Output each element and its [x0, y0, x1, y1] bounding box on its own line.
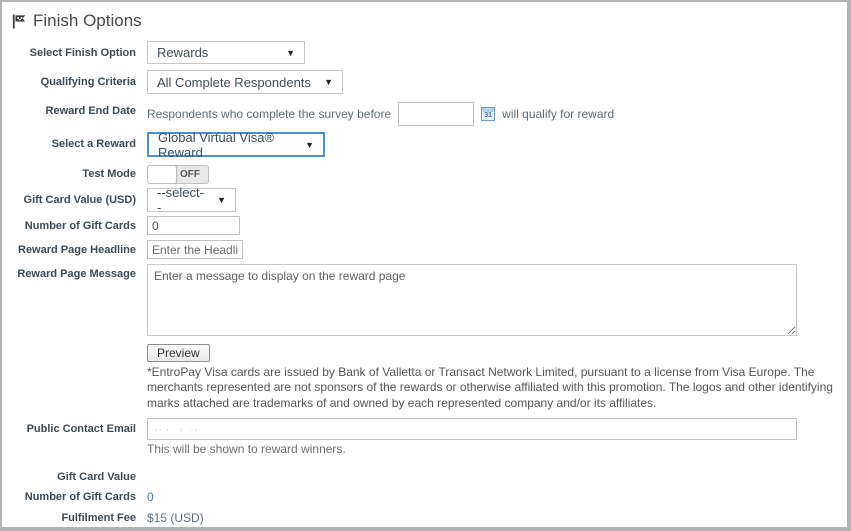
toggle-knob-icon [147, 165, 177, 184]
select-a-reward-label: Select a Reward [10, 132, 147, 157]
reward-page-headline-input[interactable] [147, 240, 243, 259]
select-finish-option-dropdown[interactable]: Rewards ▼ [147, 41, 305, 64]
summary-number-of-gift-cards-label: Number of Gift Cards [10, 488, 147, 504]
row-test-mode: Test Mode OFF [10, 163, 847, 184]
row-reward-page-message: Reward Page Message [10, 264, 847, 341]
gift-card-value-selected: --select-- [157, 185, 207, 215]
reward-end-date-label: Reward End Date [10, 100, 147, 126]
reward-page-message-textarea[interactable] [147, 264, 797, 336]
page-title: Finish Options [33, 11, 142, 31]
summary-gift-card-value-label: Gift Card Value [10, 468, 147, 483]
chevron-down-icon: ▼ [324, 77, 333, 87]
number-of-gift-cards-label: Number of Gift Cards [10, 216, 147, 235]
summary-fulfilment-fee-label: Fulfilment Fee [10, 509, 147, 525]
row-preview-disclaimer: Preview *EntroPay Visa cards are issued … [10, 343, 847, 418]
select-finish-option-value: Rewards [157, 45, 208, 60]
page-header: Finish Options [12, 11, 847, 31]
reward-end-date-input[interactable] [398, 102, 474, 126]
calendar-icon[interactable]: 31 [481, 107, 495, 121]
reward-end-date-prefix: Respondents who complete the survey befo… [147, 107, 391, 121]
test-mode-toggle[interactable]: OFF [147, 165, 209, 184]
summary-fulfilment-fee: Fulfilment Fee $15 (USD) [10, 509, 847, 525]
reward-page-headline-label: Reward Page Headline [10, 240, 147, 259]
summary-fulfilment-fee-amount: $15 (USD) [147, 509, 204, 525]
row-public-contact-email: Public Contact Email This will be shown … [10, 418, 847, 464]
chevron-down-icon: ▼ [286, 48, 295, 58]
select-finish-option-label: Select Finish Option [10, 41, 147, 64]
gift-card-value-dropdown[interactable]: --select-- ▼ [147, 188, 236, 212]
reward-disclaimer-text: *EntroPay Visa cards are issued by Bank … [147, 365, 848, 411]
qualifying-criteria-label: Qualifying Criteria [10, 70, 147, 94]
chevron-down-icon: ▼ [305, 140, 314, 150]
test-mode-state: OFF [180, 169, 200, 180]
row-number-of-gift-cards: Number of Gift Cards [10, 216, 847, 235]
select-a-reward-value: Global Virtual Visa® Reward [158, 130, 295, 160]
row-reward-page-headline: Reward Page Headline [10, 240, 847, 259]
row-reward-end-date: Reward End Date Respondents who complete… [10, 100, 847, 126]
reward-page-message-label: Reward Page Message [10, 264, 147, 341]
row-gift-card-value: Gift Card Value (USD) --select-- ▼ [10, 188, 847, 212]
qualifying-criteria-dropdown[interactable]: All Complete Respondents ▼ [147, 70, 343, 94]
finish-options-panel: Finish Options Select Finish Option Rewa… [0, 0, 851, 531]
summary-gift-card-value: Gift Card Value [10, 468, 847, 483]
preview-button[interactable]: Preview [147, 344, 210, 362]
row-qualifying-criteria: Qualifying Criteria All Complete Respond… [10, 70, 847, 94]
qualifying-criteria-value: All Complete Respondents [157, 75, 311, 90]
summary-number-of-gift-cards-count: 0 [147, 488, 154, 504]
public-contact-email-label: Public Contact Email [10, 418, 147, 464]
test-mode-label: Test Mode [10, 163, 147, 184]
finish-flag-icon [12, 14, 26, 29]
public-contact-email-input[interactable] [147, 418, 797, 440]
number-of-gift-cards-input[interactable] [147, 216, 240, 235]
reward-end-date-suffix: will qualify for reward [502, 107, 614, 121]
chevron-down-icon: ▼ [217, 195, 226, 205]
summary-number-of-gift-cards: Number of Gift Cards 0 [10, 488, 847, 504]
row-select-a-reward: Select a Reward Global Virtual Visa® Rew… [10, 132, 847, 157]
gift-card-value-label: Gift Card Value (USD) [10, 188, 147, 212]
row-select-finish-option: Select Finish Option Rewards ▼ [10, 41, 847, 64]
public-contact-email-help: This will be shown to reward winners. [147, 442, 847, 456]
select-a-reward-dropdown[interactable]: Global Virtual Visa® Reward ▼ [147, 132, 325, 157]
